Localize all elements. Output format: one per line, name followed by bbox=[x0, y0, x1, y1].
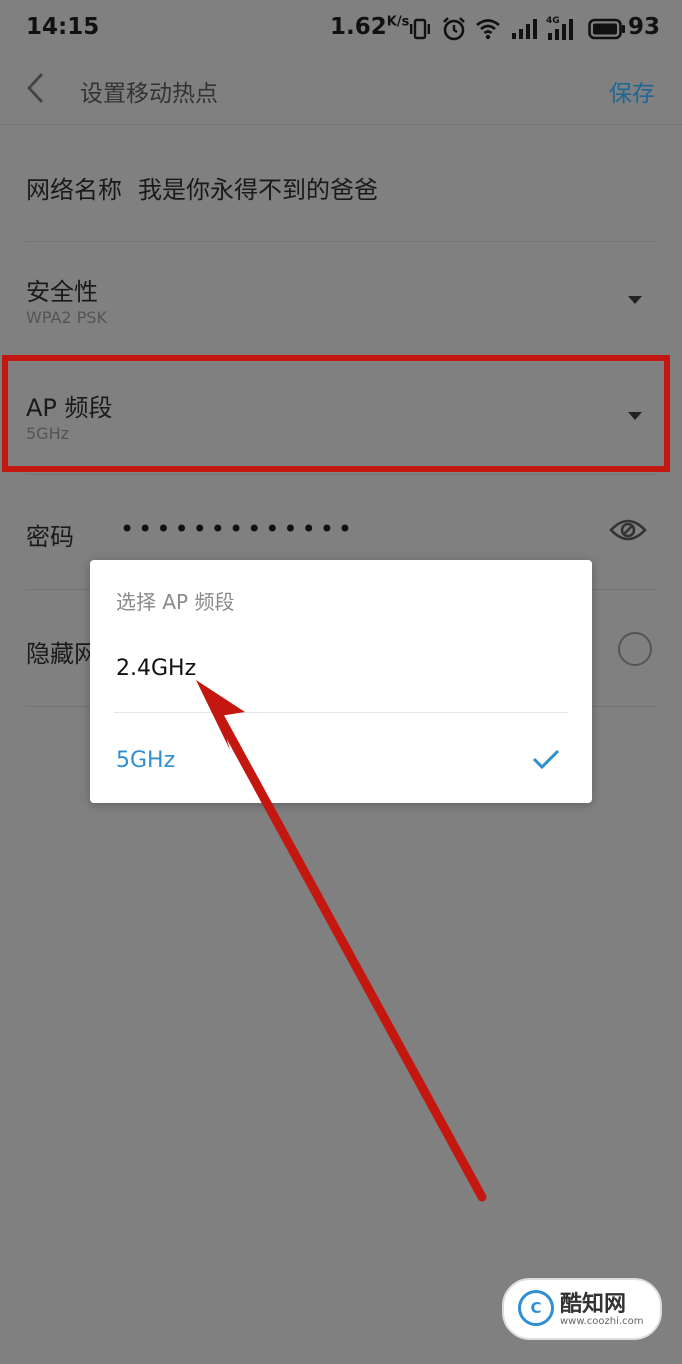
watermark-logo: C bbox=[518, 1290, 554, 1326]
arrow-head bbox=[196, 680, 245, 750]
arrow-shaft bbox=[211, 705, 487, 1202]
arrow-annotation bbox=[196, 680, 487, 1202]
watermark-name: 酷知网 bbox=[560, 1292, 627, 1317]
watermark: C 酷知网 www.coozhi.com bbox=[502, 1278, 662, 1340]
watermark-url: www.coozhi.com bbox=[560, 1316, 644, 1327]
